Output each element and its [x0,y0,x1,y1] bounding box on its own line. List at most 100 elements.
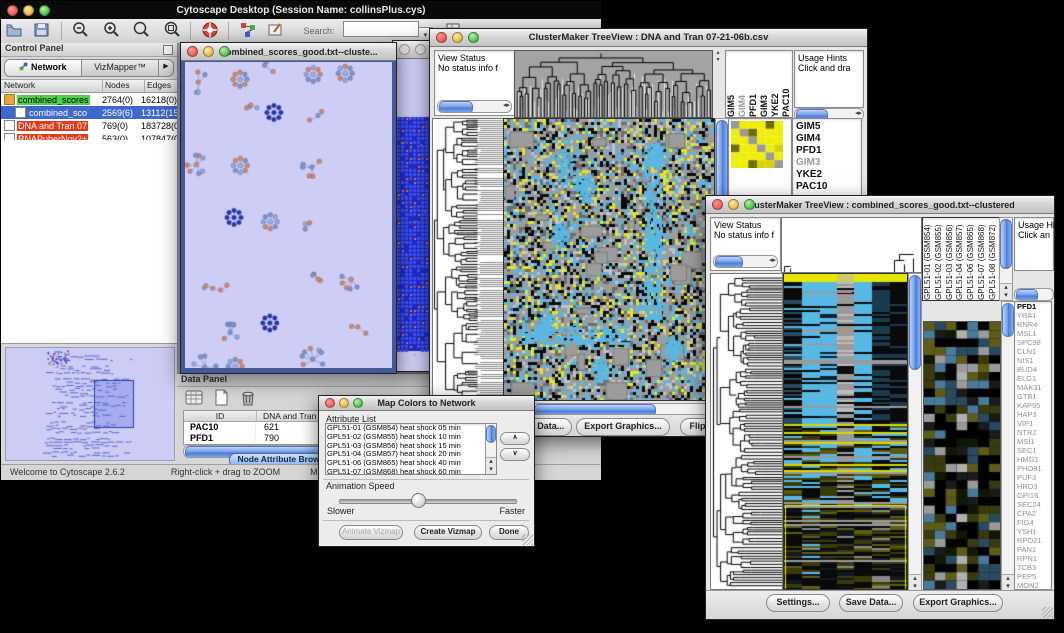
main-titlebar[interactable]: Cytoscape Desktop (Session Name: collins… [1,1,601,19]
modify-network-icon[interactable] [239,21,257,44]
gene-label[interactable]: PUF3 [1017,473,1051,482]
close-icon[interactable] [7,5,18,16]
row-label[interactable]: PFD1 [796,145,861,157]
gene-label[interactable]: FIG4 [1017,518,1051,527]
heatmap-main[interactable] [783,273,908,590]
col-header-nodes[interactable]: Nodes [103,80,145,92]
gene-label[interactable]: HMG1 [1017,455,1051,464]
column-label[interactable]: GIM4 [737,51,748,117]
column-dendrogram[interactable] [514,50,713,118]
selection-heatmap[interactable] [731,121,783,168]
id-column-header[interactable]: ID [184,411,257,421]
list-vscrollbar[interactable]: ▴▾ [485,424,496,474]
gene-label[interactable]: PHO81 [1017,464,1051,473]
gene-label[interactable]: MSL1 [1017,329,1051,338]
zoom-out-icon[interactable] [71,21,89,44]
gene-label[interactable]: GTB1 [1017,392,1051,401]
close-icon[interactable] [187,46,198,57]
zoom-in-icon[interactable] [102,21,120,44]
column-label[interactable]: PAC10 [781,51,792,117]
gene-label[interactable]: YSH1 [1017,527,1051,536]
zoom-window-icon[interactable] [468,32,479,43]
row-label[interactable]: PAC10 [796,181,861,193]
column-label[interactable]: GPL51-03 (GSM856) [945,218,956,300]
open-icon[interactable] [5,21,23,44]
column-label[interactable]: PFD1 [748,51,759,117]
gene-label[interactable]: MAK31 [1017,383,1051,392]
minimize-icon[interactable] [415,44,426,55]
minimize-icon[interactable] [339,398,349,408]
speed-slider-track[interactable] [339,499,517,504]
save-data-button[interactable]: Save Data... [839,594,903,612]
gene-label[interactable]: RPO21 [1017,536,1051,545]
gene-label[interactable]: KAP95 [1017,401,1051,410]
tab-overflow-button[interactable]: ▶ [159,59,174,77]
birds-eye-view[interactable] [5,347,175,461]
gene-label[interactable]: MON2 [1017,581,1051,590]
network-table-row[interactable]: combined_scores2764(0)16218(0) [1,93,177,106]
column-label[interactable]: YKE2 [770,51,781,117]
column-label[interactable]: GPL51-04 (GSM857) [955,218,966,300]
zoom-selected-icon[interactable] [132,21,150,44]
animate-vizmap-button[interactable]: Animate Vizmap [339,525,403,540]
close-icon[interactable] [325,398,335,408]
gene-label[interactable]: HRD3 [1017,482,1051,491]
create-attribute-icon[interactable] [214,389,229,411]
close-icon[interactable] [436,32,447,43]
gene-label[interactable]: MSI1 [1017,437,1051,446]
attribute-table-icon[interactable] [185,389,204,411]
gene-label[interactable]: SEC24 [1017,500,1051,509]
titlebar[interactable]: ClusterMaker TreeView : combined_scores_… [706,196,1054,214]
gene-label[interactable]: TCB3 [1017,563,1051,572]
move-down-button[interactable]: ∨ [500,448,530,461]
resize-grip[interactable] [1042,607,1053,618]
gene-label[interactable]: SPC98 [1017,338,1051,347]
save-icon[interactable] [33,21,51,44]
row-label[interactable]: YKE2 [796,169,861,181]
column-label[interactable]: GIM3 [759,51,770,117]
heatmap-vscrollbar[interactable]: ▴▾ [908,273,922,592]
gene-label[interactable]: RPN1 [1017,554,1051,563]
zoom-window-icon[interactable] [744,199,755,210]
search-input[interactable] [343,21,419,37]
float-panel-icon[interactable] [163,45,173,55]
network-table-row[interactable]: DNA and Tran 07769(0)183728(0) [1,119,177,132]
column-labels-vscrollbar[interactable]: ▴▾ [999,217,1013,301]
zoom-window-icon[interactable] [39,5,50,16]
delete-attribute-icon[interactable] [240,389,256,411]
attribute-list-item[interactable]: GPL51-07 (GSM868) heat shock 60 min [327,468,485,475]
column-label[interactable]: GPL51-02 (GSM855) [934,218,945,300]
row-label[interactable]: GIM3 [796,157,861,169]
col-header-network[interactable]: Network [1,80,103,92]
gene-list-vscrollbar[interactable]: ▴▾ [1001,301,1015,592]
column-label[interactable]: GPL51-08 (GSM872) [988,218,999,300]
close-icon[interactable] [399,44,410,55]
zoom-fit-icon[interactable] [163,21,181,44]
zoom-heatmap[interactable] [923,321,1001,590]
speed-slider-thumb[interactable] [411,493,426,508]
gene-label[interactable]: SEC1 [1017,446,1051,455]
gene-label[interactable]: PFD1 [1017,302,1051,311]
gene-label[interactable]: NTR2 [1017,428,1051,437]
minimize-icon[interactable] [452,32,463,43]
titlebar[interactable]: combined_scores_good.txt--cluste... [181,43,396,61]
gene-label[interactable]: HAP3 [1017,410,1051,419]
column-dendrogram-area[interactable] [781,217,922,273]
view-status-hscrollbar[interactable]: ◂▸ [713,255,778,268]
col-header-edges[interactable]: Edges [145,80,177,92]
titlebar[interactable]: Map Colors to Network [319,396,534,411]
window-controls[interactable] [7,5,50,16]
zoom-window-icon[interactable] [353,398,363,408]
export-graphics-button[interactable]: Export Graphics... [576,418,670,436]
row-dendrogram[interactable] [710,273,783,590]
resize-grip[interactable] [522,534,533,545]
titlebar[interactable]: ClusterMaker TreeView : DNA and Tran 07-… [430,29,867,47]
gene-label[interactable]: NIS1 [1017,356,1051,365]
gene-label[interactable]: YRA1 [1017,311,1051,320]
minimize-icon[interactable] [203,46,214,57]
network-table-row[interactable]: combined_sco2569(6)13112(15) [1,106,177,119]
create-vizmap-button[interactable]: Create Vizmap [414,525,482,540]
minimize-icon[interactable] [23,5,34,16]
gene-label[interactable]: RNR4 [1017,320,1051,329]
settings-button[interactable]: Settings... [766,594,830,612]
